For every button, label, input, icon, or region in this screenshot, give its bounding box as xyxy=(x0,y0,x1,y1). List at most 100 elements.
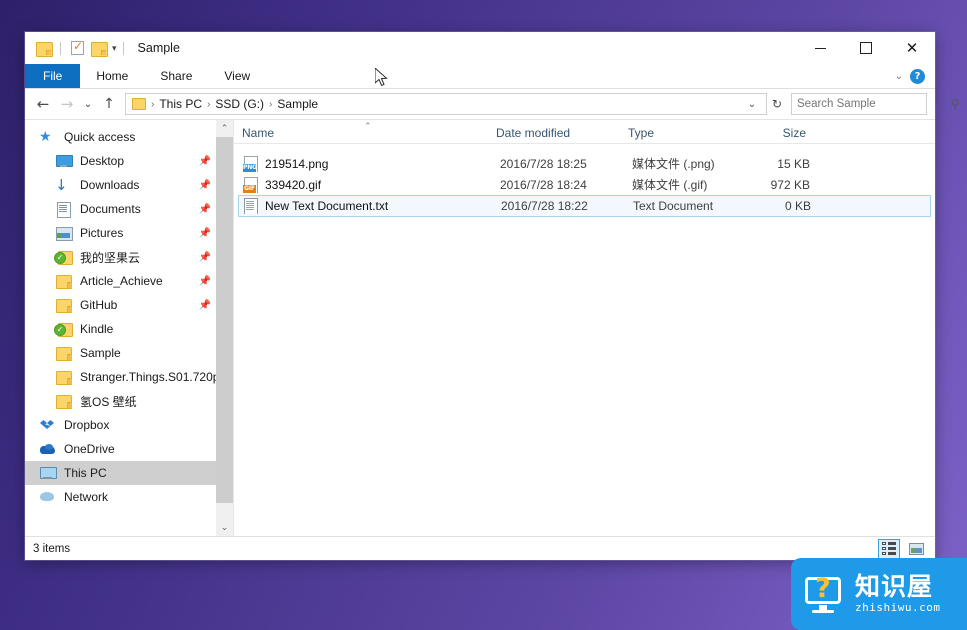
sidebar-item-label: Sample xyxy=(80,346,121,360)
sidebar-item-sample[interactable]: Sample xyxy=(25,341,233,365)
watermark-domain: zhishiwu.com xyxy=(855,600,941,614)
large-icons-view-button[interactable] xyxy=(905,539,927,559)
sidebar-item-downloads[interactable]: ↓ Downloads 📌 xyxy=(25,173,233,197)
sidebar-item-label: GitHub xyxy=(80,298,118,312)
pin-icon[interactable]: 📌 xyxy=(199,276,211,287)
scrollbar-thumb[interactable] xyxy=(216,137,233,503)
folder-icon[interactable] xyxy=(33,38,54,59)
status-bar: 3 items xyxy=(25,536,935,560)
sidebar-item-desktop[interactable]: Desktop 📌 xyxy=(25,149,233,173)
breadcrumb-item-this-pc[interactable]: This PC xyxy=(155,97,206,111)
column-header-size[interactable]: Size xyxy=(746,126,806,140)
download-icon: ↓ xyxy=(55,176,68,194)
maximize-button[interactable] xyxy=(843,32,889,64)
sidebar-item-this-pc[interactable]: This PC xyxy=(25,461,233,485)
sidebar-item-label: 我的坚果云 xyxy=(80,250,141,265)
cell-type: Text Document xyxy=(633,199,714,213)
pin-icon[interactable]: 📌 xyxy=(199,252,211,263)
sidebar-item-github[interactable]: GitHub 📌 xyxy=(25,293,233,317)
properties-icon[interactable] xyxy=(67,38,88,59)
forward-button[interactable]: → xyxy=(55,92,79,116)
cell-size: 0 KB xyxy=(784,199,811,213)
table-row[interactable]: PNG 219514.png 2016/7/28 18:25 媒体文件 (.png) 1… xyxy=(238,153,931,174)
explorer-body: ★ Quick access Desktop 📌 ↓ Downloads 📌 Document… xyxy=(25,119,935,536)
table-row[interactable]: New Text Document.txt 2016/7/28 18:22 Text… xyxy=(238,195,931,217)
cell-date-modified: 2016/7/28 18:24 xyxy=(500,177,587,192)
details-view-button[interactable] xyxy=(878,538,900,559)
search-icon[interactable]: ⚲ xyxy=(951,97,960,111)
scroll-down-arrow-icon[interactable]: ⌄ xyxy=(216,519,233,536)
navigation-scrollbar[interactable]: ⌃ ⌄ xyxy=(216,120,233,536)
sidebar-item-stranger-things-s01-720p-n[interactable]: Stranger.Things.S01.720p.N xyxy=(25,365,233,389)
cell-type: 媒体文件 (.png) xyxy=(632,157,715,171)
sidebar-item-[interactable]: 我的坚果云 📌 xyxy=(25,245,233,269)
cell-size: 972 KB xyxy=(770,177,810,192)
monitor-question-icon: ? xyxy=(805,573,845,614)
scrollbar-track[interactable] xyxy=(216,137,233,519)
breadcrumb-item-sample[interactable]: Sample xyxy=(273,97,322,111)
help-icon[interactable]: ? xyxy=(910,68,925,84)
new-folder-icon[interactable] xyxy=(88,38,109,59)
pin-icon[interactable]: 📌 xyxy=(199,156,211,167)
navigation-pane: ★ Quick access Desktop 📌 ↓ Downloads 📌 Document… xyxy=(25,120,233,536)
folder-icon xyxy=(55,369,72,385)
back-button[interactable]: ← xyxy=(31,92,55,116)
sidebar-item-onedrive[interactable]: OneDrive xyxy=(25,437,233,461)
pin-icon[interactable]: 📌 xyxy=(199,228,211,239)
column-header-date-modified[interactable]: Date modified xyxy=(496,126,628,140)
tab-file[interactable]: File xyxy=(25,64,81,88)
table-row[interactable]: GIF 339420.gif 2016/7/28 18:24 媒体文件 (.gif) 9… xyxy=(238,174,931,195)
customize-chevron-icon[interactable]: ▾ xyxy=(112,43,117,53)
pin-icon[interactable]: 📌 xyxy=(199,204,211,215)
item-count-label: 3 items xyxy=(33,542,71,555)
sidebar-item-article-achieve[interactable]: Article_Achieve 📌 xyxy=(25,269,233,293)
quick-access-toolbar: ▾ Sample xyxy=(25,38,180,59)
tab-view[interactable]: View xyxy=(208,64,266,88)
large-icons-view-icon xyxy=(908,542,924,555)
refresh-icon[interactable]: ↻ xyxy=(767,97,787,111)
watermark-title: 知识屋 xyxy=(855,572,934,602)
search-box[interactable]: ⚲ xyxy=(791,93,960,115)
breadcrumb[interactable]: › This PC › SSD (G:) › Sample ⌄ xyxy=(125,93,767,115)
sidebar-item-dropbox[interactable]: Dropbox xyxy=(25,413,233,437)
sidebar-item-kindle[interactable]: Kindle xyxy=(25,317,233,341)
minimize-button[interactable] xyxy=(797,32,843,64)
file-rows: PNG 219514.png 2016/7/28 18:25 媒体文件 (.png) 1… xyxy=(234,144,935,217)
onedrive-icon xyxy=(39,441,56,457)
sidebar-item-network[interactable]: Network xyxy=(25,485,233,509)
toolbar-divider-2 xyxy=(122,41,124,55)
pictures-icon xyxy=(55,225,73,241)
address-bar: ← → ⌄ ↑ › This PC › SSD (G:) › Sample ⌄ … xyxy=(25,89,960,119)
pin-icon[interactable]: 📌 xyxy=(199,180,211,191)
sidebar-item-label: Downloads xyxy=(80,178,140,192)
address-dropdown-chevron-icon[interactable]: ⌄ xyxy=(742,99,762,110)
scroll-up-arrow-icon[interactable]: ⌃ xyxy=(216,120,233,137)
dropbox-icon xyxy=(39,417,56,433)
search-input[interactable] xyxy=(797,98,951,110)
file-explorer-window: ▾ Sample ✕ File Home Share View ⌄ ? ← → … xyxy=(25,32,960,560)
sidebar-item-label: Kindle xyxy=(80,322,114,336)
column-header-type[interactable]: Type xyxy=(628,126,746,140)
folder-icon xyxy=(55,393,72,409)
tab-home[interactable]: Home xyxy=(80,64,144,88)
tab-share[interactable]: Share xyxy=(144,64,208,88)
cell-name: New Text Document.txt xyxy=(239,198,501,214)
sidebar-item-pictures[interactable]: Pictures 📌 xyxy=(25,221,233,245)
pin-icon[interactable]: 📌 xyxy=(199,300,211,311)
view-mode-buttons xyxy=(878,538,927,559)
synced-folder-icon xyxy=(54,321,73,337)
sidebar-item-label: 氢OS 壁纸 xyxy=(80,394,137,409)
expand-ribbon-chevron-icon[interactable]: ⌄ xyxy=(895,71,903,82)
sidebar-item-quick-access[interactable]: ★ Quick access xyxy=(25,125,233,149)
recent-locations-chevron-icon[interactable]: ⌄ xyxy=(79,92,97,116)
breadcrumb-item-ssd-g[interactable]: SSD (G:) xyxy=(211,97,268,111)
folder-icon xyxy=(55,297,72,313)
up-button[interactable]: ↑ xyxy=(97,92,121,116)
title-bar: ▾ Sample ✕ xyxy=(25,32,935,64)
ribbon-right-group: ⌄ ? xyxy=(895,64,935,88)
sidebar-item-os[interactable]: 氢OS 壁纸 xyxy=(25,389,233,413)
close-button[interactable]: ✕ xyxy=(889,32,935,64)
sidebar-item-label: Network xyxy=(64,490,109,504)
sidebar-item-documents[interactable]: Documents 📌 xyxy=(25,197,233,221)
watermark-logo: ? 知识屋 zhishiwu.com xyxy=(791,558,967,630)
